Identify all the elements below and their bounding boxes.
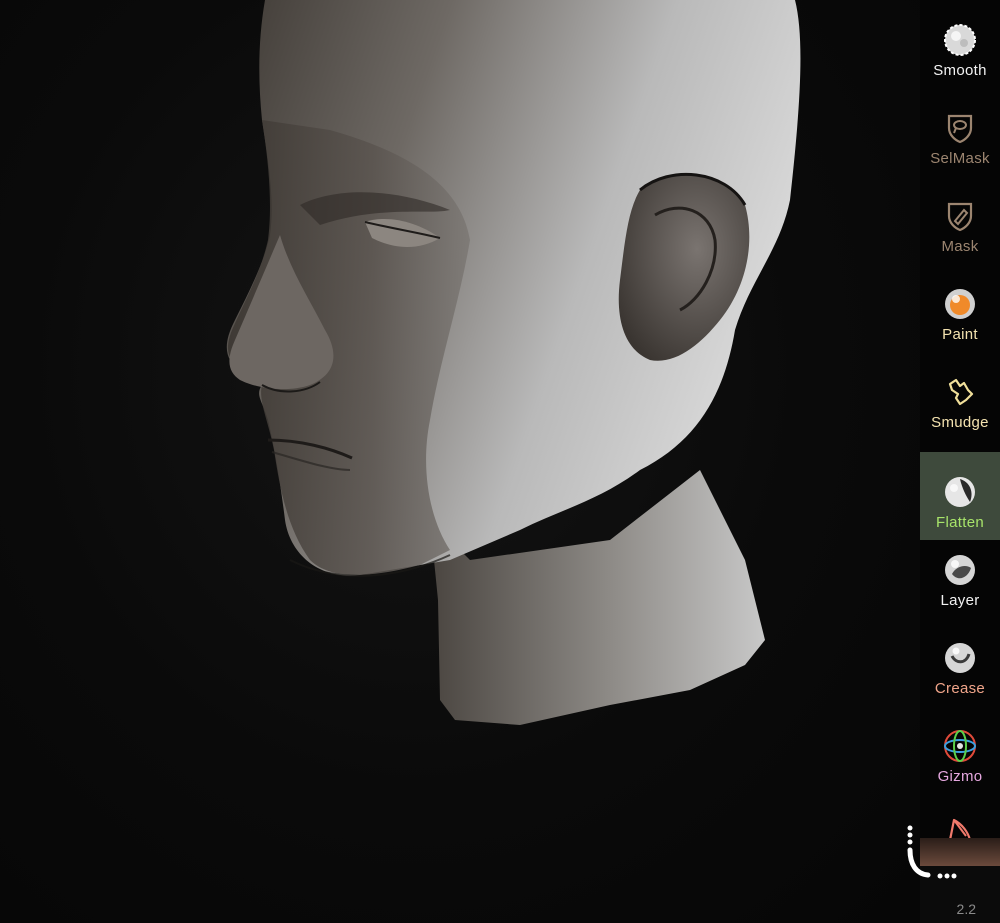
flatten-sphere-icon (942, 474, 978, 510)
tool-label: Crease (934, 680, 986, 697)
paint-sphere-icon (942, 286, 978, 322)
tool-sidebar: Smooth SelMask Mask Paint Smudge Flatten… (920, 0, 1000, 865)
smooth-brush-icon (942, 22, 978, 58)
tool-paint[interactable]: Paint (920, 264, 1000, 352)
tool-flatten[interactable]: Flatten (920, 452, 1000, 540)
sculpt-viewport[interactable] (0, 0, 920, 923)
smudge-hand-icon (942, 374, 978, 410)
tool-label: Smooth (933, 62, 987, 79)
selection-mask-icon (942, 110, 978, 146)
tool-mask[interactable]: Mask (920, 176, 1000, 264)
tool-label: Layer (940, 592, 980, 609)
tool-selmask[interactable]: SelMask (920, 88, 1000, 176)
layer-sphere-icon (942, 552, 978, 588)
tool-label: Mask (941, 238, 979, 255)
tool-label: SelMask (930, 150, 990, 167)
tool-gizmo[interactable]: Gizmo (920, 706, 1000, 794)
tool-smudge[interactable]: Smudge (920, 352, 1000, 440)
toolbar-resize-handle-icon[interactable] (898, 820, 968, 890)
gizmo-axes-icon (942, 728, 978, 764)
tool-label: Smudge (931, 414, 989, 431)
tool-smooth[interactable]: Smooth (920, 0, 1000, 88)
tool-label: Gizmo (937, 768, 983, 785)
crease-sphere-icon (942, 640, 978, 676)
tool-label: Paint (942, 326, 978, 343)
tool-layer[interactable]: Layer (920, 530, 1000, 618)
mask-brush-icon (942, 198, 978, 234)
tool-label: Flatten (936, 514, 984, 531)
version-label: 2.2 (956, 901, 976, 917)
head-sculpt-model[interactable] (0, 0, 920, 923)
tool-crease[interactable]: Crease (920, 618, 1000, 706)
